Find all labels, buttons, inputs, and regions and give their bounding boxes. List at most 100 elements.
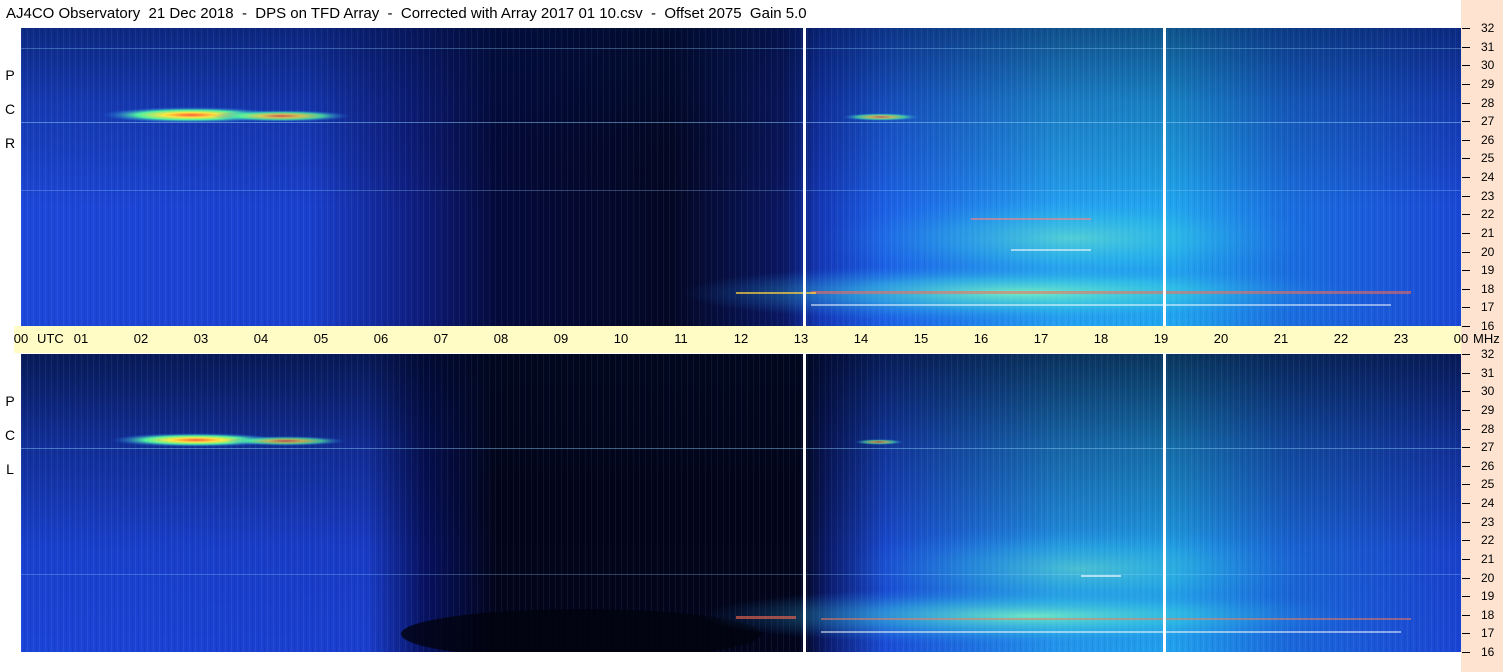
lcp-freq-label: 18 xyxy=(1481,607,1495,622)
utc-label: UTC xyxy=(37,331,64,346)
rcp-freq-label: 21 xyxy=(1481,225,1495,240)
rcp-freq-tick xyxy=(1462,214,1470,216)
lcp-freq-label: 27 xyxy=(1481,440,1495,455)
lcp-label-p: P xyxy=(5,393,15,409)
lcp-freq-tick xyxy=(1462,614,1470,616)
rcp-freq-tick xyxy=(1462,307,1470,309)
rcp-freq-label: 29 xyxy=(1481,76,1495,91)
lcp-freq-tick xyxy=(1462,558,1470,560)
time-label-13: 13 xyxy=(793,331,809,346)
lcp-freq-label: 26 xyxy=(1481,458,1495,473)
rcp-freq-label: 28 xyxy=(1481,95,1495,110)
rcp-freq-tick xyxy=(1462,251,1470,253)
lcp-freq-tick xyxy=(1462,484,1470,486)
lcp-freq-label: 20 xyxy=(1481,570,1495,585)
rcp-label-r: R xyxy=(4,135,16,151)
lcp-freq-label: 31 xyxy=(1481,365,1495,380)
rcp-freq-label: 31 xyxy=(1481,39,1495,54)
lcp-freq-tick xyxy=(1462,354,1470,355)
rcp-freq-label: 26 xyxy=(1481,132,1495,147)
time-label-21: 21 xyxy=(1273,331,1289,346)
lcp-freq-tick xyxy=(1462,503,1470,504)
lcp-freq-label: 17 xyxy=(1481,626,1495,641)
lcp-freq-tick xyxy=(1462,540,1470,542)
lcp-freq-label: 24 xyxy=(1481,496,1495,510)
time-label-17: 17 xyxy=(1033,331,1049,346)
rcp-label-p: P xyxy=(5,67,15,83)
time-label-23: 23 xyxy=(1393,331,1409,346)
lcp-freq-tick xyxy=(1462,465,1470,467)
rcp-freq-tick xyxy=(1462,232,1470,234)
time-label-01: 01 xyxy=(73,331,89,346)
lcp-freq-tick xyxy=(1462,372,1470,374)
rcp-spectrogram-image xyxy=(21,28,1461,326)
lcp-freq-tick xyxy=(1462,391,1470,393)
time-label-04: 04 xyxy=(253,331,269,346)
rcp-freq-tick xyxy=(1462,177,1470,178)
lcp-freq-label: 22 xyxy=(1481,533,1495,548)
lcp-freq-label: 25 xyxy=(1481,477,1495,492)
lcp-freq-label: 29 xyxy=(1481,402,1495,417)
lcp-freq-label: 32 xyxy=(1481,347,1495,361)
time-label-12: 12 xyxy=(733,331,749,346)
rcp-freq-label: 18 xyxy=(1481,281,1495,296)
lcp-freq-tick xyxy=(1462,428,1470,430)
rcp-freq-tick xyxy=(1462,102,1470,104)
rcp-freq-label: 32 xyxy=(1481,21,1495,35)
rcp-freq-label: 30 xyxy=(1481,58,1495,73)
lcp-freq-label: 19 xyxy=(1481,589,1495,604)
lcp-freq-label: 21 xyxy=(1481,551,1495,566)
rcp-freq-tick xyxy=(1462,326,1470,327)
rcp-freq-tick xyxy=(1462,65,1470,67)
data-gap-1900 xyxy=(1163,28,1166,326)
lcp-spectrogram-image xyxy=(21,354,1461,652)
lcp-freq-tick xyxy=(1462,577,1470,579)
rcp-freq-label: 25 xyxy=(1481,151,1495,166)
time-axis: 00 UTC 01 02 03 04 05 06 07 08 09 10 11 … xyxy=(14,326,1502,353)
rcp-freq-tick xyxy=(1462,46,1470,48)
lcp-freq-label: 30 xyxy=(1481,384,1495,399)
lcp-spectrogram xyxy=(21,354,1461,652)
rcp-freq-label: 27 xyxy=(1481,114,1495,129)
lcp-freq-label: 28 xyxy=(1481,421,1495,436)
rcp-freq-tick xyxy=(1462,195,1470,197)
lcp-freq-tick xyxy=(1462,652,1470,653)
data-gap-1300 xyxy=(803,354,806,652)
time-label-15: 15 xyxy=(913,331,929,346)
rcp-freq-tick xyxy=(1462,121,1470,123)
lcp-freq-tick xyxy=(1462,521,1470,523)
lcp-freq-tick xyxy=(1462,633,1470,635)
time-label-09: 09 xyxy=(553,331,569,346)
time-label-19: 19 xyxy=(1153,331,1169,346)
time-label-22: 22 xyxy=(1333,331,1349,346)
time-label-18: 18 xyxy=(1093,331,1109,346)
lcp-freq-label: 23 xyxy=(1481,514,1495,529)
rcp-freq-label: 17 xyxy=(1481,300,1495,315)
lcp-freq-label: 16 xyxy=(1481,645,1495,659)
rcp-freq-label: 20 xyxy=(1481,244,1495,259)
time-label-10: 10 xyxy=(613,331,629,346)
time-label-14: 14 xyxy=(853,331,869,346)
rcp-label-c: C xyxy=(4,101,16,117)
lcp-label-l: L xyxy=(6,461,14,477)
rcp-freq-tick xyxy=(1462,83,1470,85)
rcp-freq-tick xyxy=(1462,139,1470,141)
mhz-unit-label: MHz xyxy=(1473,331,1502,346)
lcp-freq-tick xyxy=(1462,447,1470,449)
time-label-16: 16 xyxy=(973,331,989,346)
lcp-freq-tick xyxy=(1462,409,1470,411)
rcp-freq-label: 24 xyxy=(1481,170,1495,184)
time-label-06: 06 xyxy=(373,331,389,346)
time-label-07: 07 xyxy=(433,331,449,346)
lcp-label-c: C xyxy=(4,427,16,443)
time-label-20: 20 xyxy=(1213,331,1229,346)
rcp-freq-tick xyxy=(1462,288,1470,290)
time-label-02: 02 xyxy=(133,331,149,346)
time-label-08: 08 xyxy=(493,331,509,346)
time-label-11: 11 xyxy=(674,331,688,346)
rcp-freq-tick xyxy=(1462,28,1470,29)
rcp-spectrogram xyxy=(21,28,1461,326)
data-gap-1900 xyxy=(1163,354,1166,652)
lcp-freq-tick xyxy=(1462,596,1470,598)
rcp-freq-label: 16 xyxy=(1481,319,1495,333)
